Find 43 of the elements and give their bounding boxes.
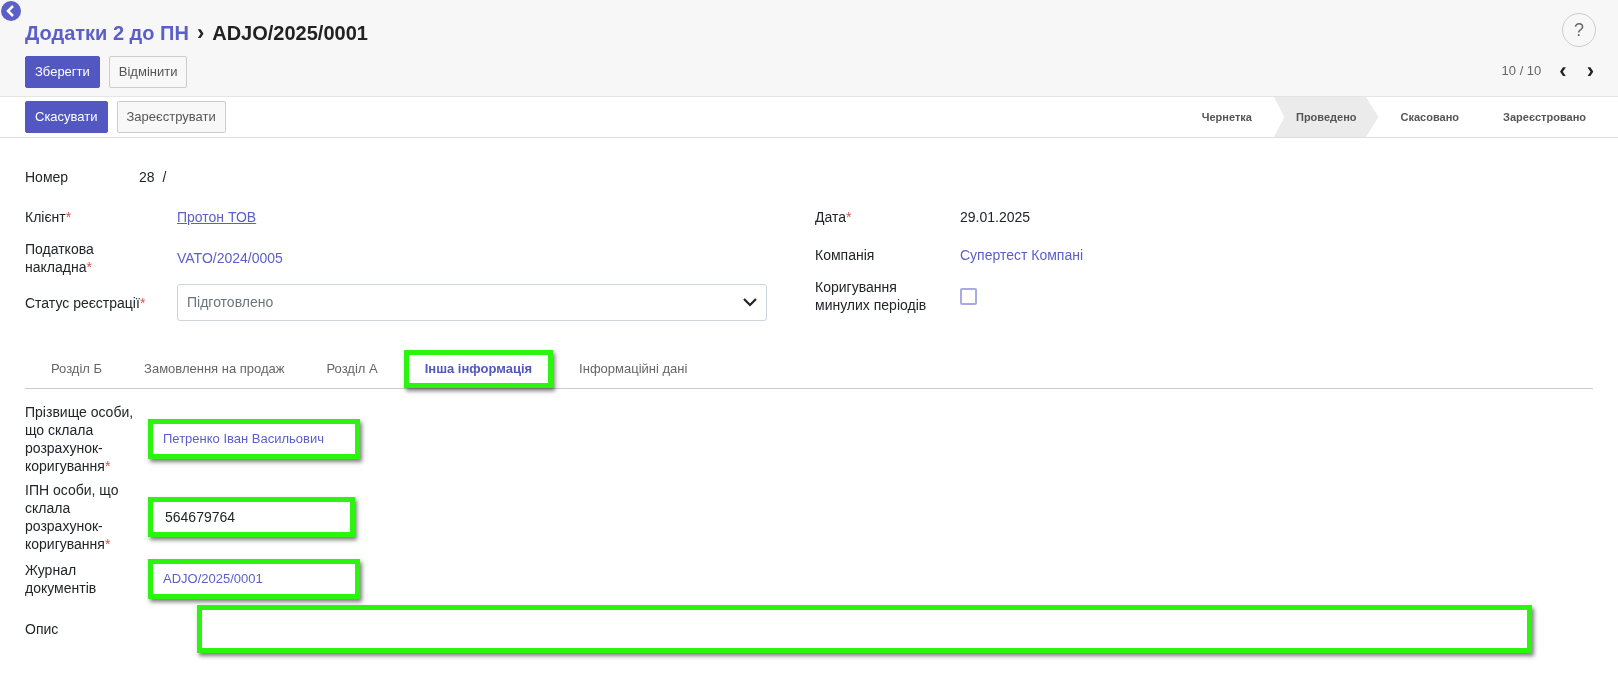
form-tab[interactable]: Розділ Б (35, 350, 119, 388)
field-value: / (162, 167, 167, 187)
record-link[interactable]: Супертест Компані (960, 244, 1084, 266)
status-step[interactable]: Зареєстровано (1481, 97, 1608, 137)
field-label: Клієнт* (25, 208, 73, 226)
field-label: Коригування минулих періодів (815, 278, 928, 314)
status-step[interactable]: Чернетка (1179, 97, 1274, 137)
field-label: Опис (25, 620, 60, 638)
status-step[interactable]: Скасовано (1378, 97, 1482, 137)
form-tab[interactable]: Інша інформація (403, 350, 554, 388)
record-link[interactable]: VATO/2024/0005 (177, 247, 283, 269)
checkbox[interactable] (960, 287, 977, 305)
save-button[interactable]: Зберегти (25, 56, 100, 88)
field-label: Статус реєстрації* (25, 293, 147, 312)
record-title: ADJO/2025/0001 (212, 20, 368, 46)
field-value: 28 (139, 167, 155, 187)
pager-counter: 10 / 10 (1501, 62, 1542, 81)
breadcrumb-separator: › (196, 19, 205, 47)
client-link[interactable]: Протон ТОВ (177, 206, 257, 228)
next-button[interactable]: › (1582, 60, 1598, 82)
field-label: Компанія (815, 246, 876, 264)
field-label: Номер (25, 167, 70, 187)
record-link[interactable]: Петренко Іван Васильович (148, 419, 360, 459)
description-field[interactable] (197, 605, 1532, 653)
record-link[interactable]: ADJO/2025/0001 (148, 559, 360, 599)
field-label: Податкова накладна* (25, 240, 95, 276)
input-field[interactable]: 564679764 (148, 497, 355, 537)
field-label: ІПН особи, що склала розрахунок-коригування* (25, 481, 120, 553)
discard-button[interactable]: Відмінити (108, 56, 188, 88)
register-button[interactable]: Зареєструвати (116, 101, 226, 133)
cancel-button[interactable]: Скасувати (25, 101, 108, 133)
select-field[interactable]: Підготовлено (177, 284, 767, 321)
field-label: Дата* (815, 208, 853, 226)
field-label: Прізвище особи, що склала розрахунок-коригування* (25, 403, 135, 475)
form-tab[interactable]: Інформаційні дані (563, 350, 704, 388)
form-tab[interactable]: Замовлення на продаж (128, 350, 301, 388)
field-label: Журнал документів (25, 561, 98, 597)
field-value: 29.01.2025 (960, 207, 1031, 227)
form-tab[interactable]: Розділ А (310, 350, 394, 388)
chevron-down-icon (743, 298, 757, 307)
status-step[interactable]: Проведено (1273, 97, 1379, 137)
previous-button[interactable]: ‹ (1555, 60, 1571, 82)
breadcrumb-link[interactable]: Додатки 2 до ПН (25, 17, 189, 48)
